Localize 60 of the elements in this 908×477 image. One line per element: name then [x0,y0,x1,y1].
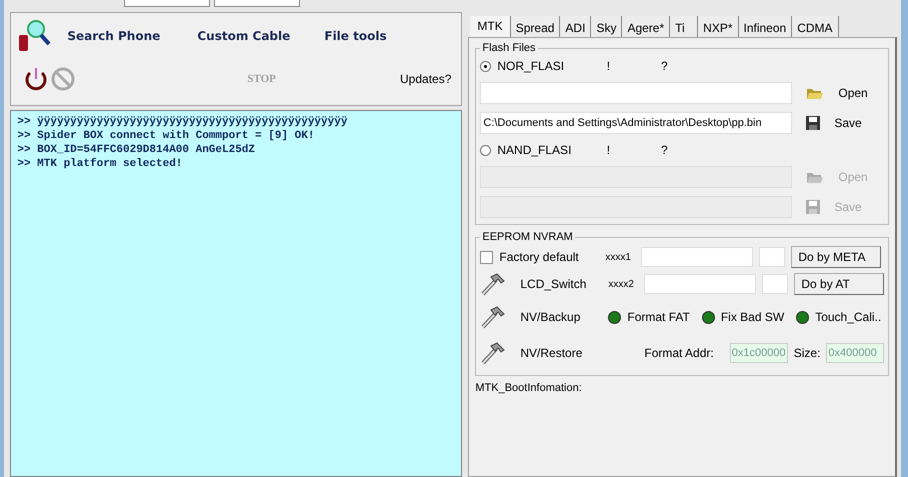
combo-box[interactable] [124,0,210,7]
log-line: >> Spider BOX connect with Commport = [9] OK! [17,129,316,143]
input-field[interactable] [759,247,786,267]
toolbar-button[interactable]: File tools [324,29,452,43]
group-title: Flash Files [481,42,537,54]
power-icon[interactable] [23,66,50,92]
folder-icon [806,86,824,100]
radio-label: NOR_FLASI [497,59,566,73]
checkbox[interactable] [480,250,494,264]
tool-label: NV/Backup [520,310,582,324]
field-label: xxxx1 [605,252,632,262]
log-line: >> MTK platform selected! [17,157,184,171]
floppy-icon [806,116,820,130]
field-label: Size: [794,346,820,360]
radio-label: NAND_FLASI [497,143,572,157]
platform-tab[interactable]: Ti [670,16,698,37]
platform-tab[interactable]: NXP* [698,16,738,37]
updates-link[interactable]: Updates? [400,72,452,86]
platform-tab[interactable]: Spread [510,16,560,37]
hammer-icon[interactable] [480,304,506,330]
input-field[interactable] [644,274,756,294]
action-button[interactable]: Do by AT [794,273,884,295]
tool-label: LCD_Switch [520,277,588,291]
radio-button[interactable] [480,60,492,72]
file-path-field[interactable] [480,82,792,104]
save-button[interactable]: Save [800,116,862,130]
input-field[interactable] [641,247,754,267]
mark-text: ? [660,143,669,157]
mark-text: ! [606,143,612,157]
field-label: Format Addr: [644,346,714,360]
floppy-icon [806,200,820,214]
hammer-icon[interactable] [480,271,506,297]
open-button[interactable]: Open [800,86,868,100]
folder-icon [806,170,824,184]
group-title: EEPROM NVRAM [481,231,574,243]
toolbar-button[interactable]: Search Phone [67,29,198,43]
tool-label: NV/Restore [520,346,584,360]
radio-button[interactable] [480,144,492,156]
platform-tab[interactable]: Infineon [738,16,792,37]
option-label: Format FAT [627,310,690,324]
toolbar-button[interactable]: Custom Cable [197,29,324,43]
combo-box[interactable] [214,0,300,7]
platform-tab[interactable]: CDMA [792,16,839,37]
platform-tab[interactable]: Sky [591,16,622,37]
action-button[interactable]: Do by META [791,246,882,268]
platform-tab[interactable]: ADI [560,16,592,37]
mark-text: ? [660,59,669,73]
file-path-field[interactable]: C:\Documents and Settings\Administrator\Desktop\pp.bin [480,112,792,134]
mark-text: ! [606,59,612,73]
hammer-icon[interactable] [480,340,506,366]
checkbox-label: Factory default [499,250,580,264]
log-line: >> ÿÿÿÿÿÿÿÿÿÿÿÿÿÿÿÿÿÿÿÿÿÿÿÿÿÿÿÿÿÿÿÿÿÿÿÿÿÿÿÿÿÿÿÿÿÿÿ [17,115,348,129]
platform-tab[interactable]: Agere* [622,16,670,37]
option-label: Touch_Cali.. [815,310,882,324]
field-label: xxxx2 [608,278,635,290]
input-field[interactable] [762,274,788,294]
boot-info-label: MTK_BootInfomation: [475,382,583,394]
log-line: >> BOX_ID=54FFC6029D814A00 AnGeL25dZ [17,143,256,157]
platform-tab[interactable]: MTK [470,16,511,37]
option-label: Fix Bad SW [720,310,784,324]
